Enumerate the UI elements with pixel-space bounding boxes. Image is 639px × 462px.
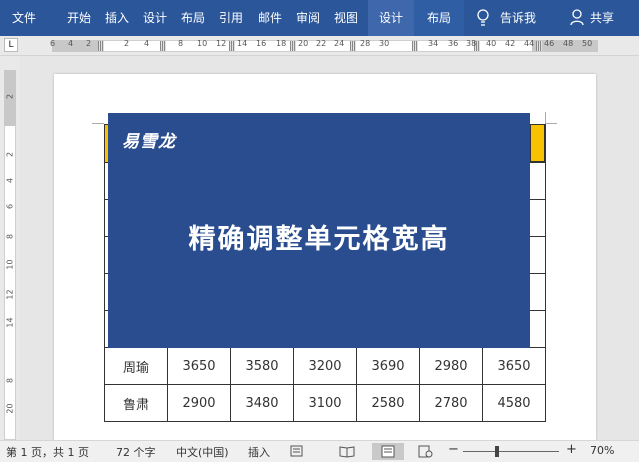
ruler-tick: 30 <box>379 39 390 48</box>
table-cell[interactable]: 3580 <box>230 347 294 385</box>
ribbon-tab-bar: 文件 开始 插入 设计 布局 引用 邮件 审阅 视图 设计 布局 告诉我 共享 <box>0 0 639 36</box>
zoom-out-button[interactable]: − <box>448 442 459 457</box>
table-cell[interactable]: 3480 <box>230 384 294 422</box>
ruler-tick: 48 <box>563 39 574 48</box>
print-layout-icon <box>381 445 395 458</box>
table-cell[interactable]: 周瑜 <box>104 347 168 385</box>
language-indicator[interactable]: 中文(中国) <box>176 444 229 460</box>
ruler-tick: 2 <box>124 39 130 48</box>
tab-review[interactable]: 审阅 <box>296 0 320 36</box>
read-mode-icon[interactable] <box>336 443 358 460</box>
tab-table-design[interactable]: 设计 <box>368 0 414 36</box>
vruler-tick: 8 <box>5 377 15 384</box>
tell-me-box[interactable]: 告诉我 <box>500 0 536 36</box>
title-banner: 易雪龙 精确调整单元格宽高 <box>108 113 530 348</box>
tab-mailings[interactable]: 邮件 <box>258 0 282 36</box>
table-cell[interactable]: 3200 <box>293 347 357 385</box>
vruler-tick: 12 <box>5 289 15 300</box>
ruler-tick: 2 <box>86 39 92 48</box>
column-marker[interactable] <box>160 41 166 51</box>
vertical-ruler[interactable]: 2 2 4 6 8 10 12 14 8 20 <box>0 56 20 440</box>
ruler-tick: 34 <box>428 39 439 48</box>
ruler-tick: 12 <box>216 39 227 48</box>
lightbulb-icon[interactable] <box>476 9 490 27</box>
ruler-tick: 36 <box>448 39 459 48</box>
table-row[interactable]: 周瑜 3650 3580 3200 3690 2980 3650 <box>104 347 546 385</box>
horizontal-ruler[interactable]: 6 4 2 2 4 8 10 12 14 16 18 20 22 24 28 3… <box>0 36 639 56</box>
web-layout-icon[interactable] <box>414 443 436 460</box>
ruler-tick: 16 <box>256 39 267 48</box>
vruler-tick: 20 <box>5 403 15 414</box>
column-marker[interactable] <box>536 41 542 51</box>
table-cell[interactable]: 3100 <box>293 384 357 422</box>
tab-layout[interactable]: 布局 <box>181 0 205 36</box>
margin-guide <box>92 123 104 124</box>
vruler-tick: 4 <box>5 177 15 184</box>
column-marker[interactable] <box>290 41 296 51</box>
share-button[interactable]: 共享 <box>590 0 614 36</box>
share-person-icon[interactable] <box>570 9 586 27</box>
table-cell[interactable]: 3650 <box>167 347 231 385</box>
status-bar: 第 1 页，共 1 页 72 个字 中文(中国) 插入 − + 70% <box>0 440 639 462</box>
word-count[interactable]: 72 个字 <box>116 444 156 460</box>
table-cell[interactable]: 4580 <box>482 384 546 422</box>
ruler-tick: 20 <box>298 39 309 48</box>
margin-guide <box>545 123 557 124</box>
vruler-tick: 10 <box>5 259 15 270</box>
table-cell[interactable]: 2780 <box>419 384 483 422</box>
ruler-tick: 24 <box>334 39 345 48</box>
table-row[interactable]: 鲁肃 2900 3480 3100 2580 2780 4580 <box>104 384 546 422</box>
ruler-tick: 4 <box>68 39 74 48</box>
ruler-tick: 18 <box>276 39 287 48</box>
ruler-tick: 50 <box>582 39 593 48</box>
vruler-tick: 2 <box>5 93 15 100</box>
zoom-slider[interactable] <box>463 451 559 452</box>
table-cell[interactable]: 2580 <box>356 384 420 422</box>
tab-selector-button[interactable]: L <box>4 38 18 52</box>
ruler-margin-left <box>52 40 104 52</box>
table-cell[interactable]: 鲁肃 <box>104 384 168 422</box>
ruler-tick: 40 <box>486 39 497 48</box>
ruler-tick: 4 <box>144 39 150 48</box>
zoom-in-button[interactable]: + <box>566 442 577 457</box>
vruler-tick: 14 <box>5 317 15 328</box>
ruler-tick: 42 <box>505 39 516 48</box>
tab-view[interactable]: 视图 <box>334 0 358 36</box>
column-marker[interactable] <box>98 41 104 51</box>
insert-mode[interactable]: 插入 <box>248 444 270 460</box>
brand-logo-text: 易雪龙 <box>122 132 176 152</box>
column-marker[interactable] <box>229 41 235 51</box>
ruler-tick: 22 <box>316 39 327 48</box>
print-layout-button[interactable] <box>372 443 404 460</box>
table-cell[interactable]: 3650 <box>482 347 546 385</box>
macro-record-icon[interactable] <box>286 443 308 460</box>
tab-design[interactable]: 设计 <box>143 0 167 36</box>
ruler-tick: 38 <box>466 39 477 48</box>
zoom-slider-thumb[interactable] <box>495 446 499 457</box>
tab-references[interactable]: 引用 <box>219 0 243 36</box>
column-marker[interactable] <box>350 41 356 51</box>
vruler-tick: 8 <box>5 233 15 240</box>
tab-insert[interactable]: 插入 <box>105 0 129 36</box>
ruler-tick: 8 <box>178 39 184 48</box>
ruler-tick: 14 <box>237 39 248 48</box>
ruler-tick: 28 <box>360 39 371 48</box>
margin-guide <box>545 112 546 123</box>
tab-file[interactable]: 文件 <box>12 0 36 36</box>
table-cell[interactable]: 2980 <box>419 347 483 385</box>
ruler-tick: 46 <box>544 39 555 48</box>
table-cell[interactable]: 2900 <box>167 384 231 422</box>
table-cell[interactable]: 3690 <box>356 347 420 385</box>
ruler-tick: 44 <box>524 39 535 48</box>
tab-home[interactable]: 开始 <box>67 0 91 36</box>
ruler-tick: 6 <box>50 39 56 48</box>
zoom-level[interactable]: 70% <box>590 444 614 457</box>
vruler-tick: 2 <box>5 151 15 158</box>
vruler-tick: 6 <box>5 203 15 210</box>
column-marker[interactable] <box>412 41 418 51</box>
ruler-tick: 10 <box>197 39 208 48</box>
banner-headline: 精确调整单元格宽高 <box>188 224 450 255</box>
page-count[interactable]: 第 1 页，共 1 页 <box>6 444 89 460</box>
tab-table-layout[interactable]: 布局 <box>414 0 464 36</box>
